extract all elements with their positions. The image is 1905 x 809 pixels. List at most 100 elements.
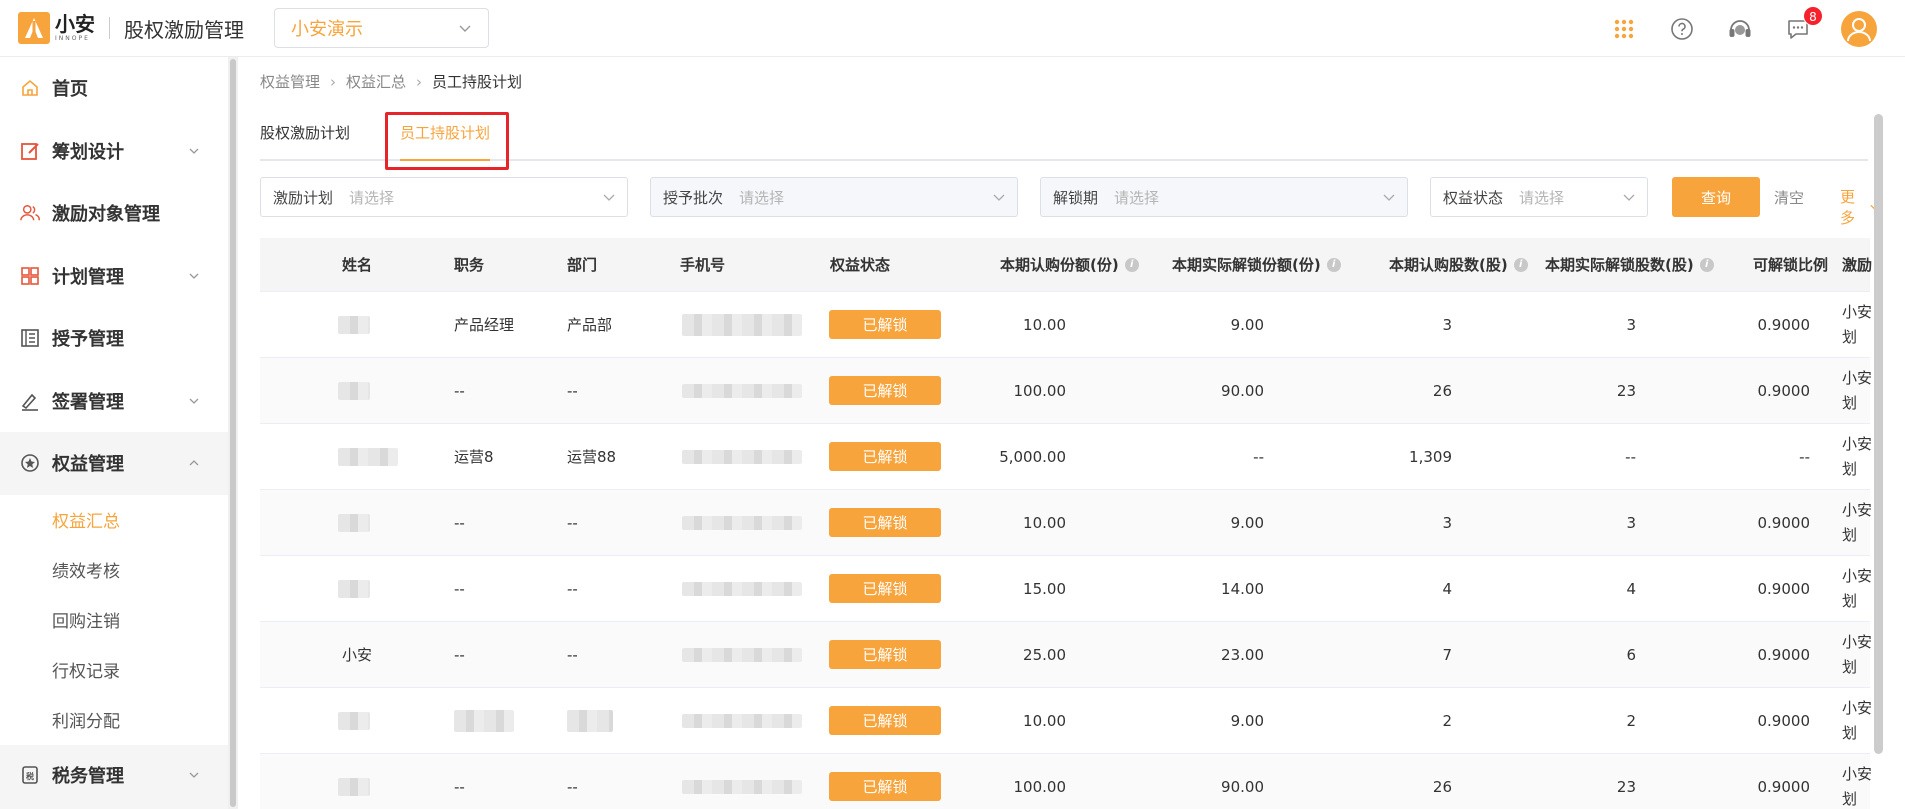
cell-plan: 小安划 <box>1842 556 1872 621</box>
equity-icon <box>20 453 40 473</box>
tab-equity-incentive[interactable]: 股权激励计划 <box>260 121 350 159</box>
sidebar-sub-exercise-records[interactable]: 行权记录 <box>0 644 228 695</box>
table-row[interactable]: 产品经理 产品部 已解锁 10.00 9.00 3 3 0.9000 小安划 <box>260 292 1872 358</box>
table-row[interactable]: -- -- 已解锁 100.00 90.00 26 23 0.9000 小安划 <box>260 754 1872 809</box>
main-scrollbar[interactable] <box>1874 114 1883 754</box>
info-icon[interactable]: i <box>1699 257 1714 272</box>
customer-service-icon[interactable] <box>1725 14 1755 44</box>
cell-stock-subscribed: 26 <box>1432 381 1452 400</box>
sidebar-item-label: 激励对象管理 <box>52 204 160 226</box>
design-icon <box>20 141 40 161</box>
sidebar: 首页 筹划设计 激励对象管理 计划管理 授予管理 签署管理 权益管理 权益汇总 … <box>0 57 228 809</box>
cell-phone-redacted <box>682 424 802 489</box>
col-header-shares-subscribed: 本期认购份额(份) <box>1000 256 1119 274</box>
info-icon[interactable]: i <box>1326 257 1341 272</box>
app-title: 股权激励管理 <box>124 17 244 42</box>
sign-icon <box>20 391 40 411</box>
cell-position: 产品经理 <box>454 316 515 334</box>
cell-position: 运营8 <box>454 448 494 466</box>
table-row[interactable]: -- -- 已解锁 15.00 14.00 4 4 0.9000 小安划 <box>260 556 1872 622</box>
company-select[interactable]: 小安演示 <box>274 8 489 48</box>
table-row[interactable]: 运营8 运营88 已解锁 5,000.00 -- 1,309 -- -- 小安划 <box>260 424 1872 490</box>
cell-shares-subscribed: 15.00 <box>1023 579 1066 598</box>
chevron-right-icon: › <box>330 72 337 91</box>
breadcrumb-current: 员工持股计划 <box>432 73 523 91</box>
cell-position: -- <box>454 645 465 664</box>
table-row[interactable]: -- -- 已解锁 100.00 90.00 26 23 0.9000 小安划 <box>260 358 1872 424</box>
cell-plan-text: 小安划 <box>1842 566 1873 610</box>
help-icon[interactable] <box>1667 14 1697 44</box>
cell-shares-unlocked: 9.00 <box>1230 315 1264 334</box>
chevron-down-icon <box>459 25 471 32</box>
sidebar-item-label: 计划管理 <box>52 266 124 288</box>
sidebar-item-label: 签署管理 <box>52 391 124 413</box>
query-button[interactable]: 查询 <box>1672 177 1760 217</box>
cell-department: -- <box>567 381 578 400</box>
sidebar-item-signing[interactable]: 签署管理 <box>0 370 228 433</box>
filter-batch-select[interactable]: 授予批次 请选择 <box>650 177 1018 217</box>
cell-shares-unlocked: 90.00 <box>1221 777 1264 796</box>
cell-stock-unlocked: 23 <box>1616 381 1636 400</box>
breadcrumb-item[interactable]: 权益管理 <box>260 71 320 92</box>
cell-stock-unlocked: 2 <box>1626 711 1636 730</box>
sidebar-sub-buyback[interactable]: 回购注销 <box>0 594 228 645</box>
users-icon <box>20 203 40 223</box>
sidebar-scrollbar[interactable] <box>228 57 238 809</box>
cell-stock-subscribed: 4 <box>1442 579 1452 598</box>
app-logo[interactable]: 小安 INNOPE <box>18 12 95 44</box>
sidebar-item-home[interactable]: 首页 <box>0 57 228 120</box>
cell-stock-unlocked: 3 <box>1626 513 1636 532</box>
equity-table: 姓名 职务 部门 手机号 权益状态 本期认购份额(份) i 本期实际解锁份额(份… <box>260 238 1873 809</box>
info-icon[interactable]: i <box>1124 257 1139 272</box>
cell-stock-subscribed: 2 <box>1442 711 1452 730</box>
chevron-up-icon <box>189 460 199 466</box>
sidebar-item-equity[interactable]: 权益管理 <box>0 432 228 495</box>
cell-plan-text: 小安划 <box>1842 698 1873 742</box>
sidebar-item-plans[interactable]: 计划管理 <box>0 245 228 308</box>
sidebar-item-label: 首页 <box>52 79 88 101</box>
cell-position-redacted <box>454 688 514 753</box>
main-content: 权益管理 › 权益汇总 › 员工持股计划 股权激励计划 员工持股计划 激励计划 … <box>240 57 1890 809</box>
cell-shares-subscribed: 25.00 <box>1023 645 1066 664</box>
table-row[interactable]: 已解锁 10.00 9.00 2 2 0.9000 小安划 <box>260 688 1873 754</box>
filter-period-select[interactable]: 解锁期 请选择 <box>1040 177 1408 217</box>
info-icon[interactable]: i <box>1513 257 1528 272</box>
plan-grid-icon <box>20 266 40 286</box>
cell-department: -- <box>567 513 578 532</box>
sidebar-item-grants[interactable]: 授予管理 <box>0 307 228 370</box>
col-header-shares-unlocked: 本期实际解锁份额(份) <box>1172 256 1321 274</box>
sidebar-item-design[interactable]: 筹划设计 <box>0 120 228 183</box>
cell-stock-subscribed: 3 <box>1442 513 1452 532</box>
sidebar-item-label: 筹划设计 <box>52 141 124 163</box>
table-row[interactable]: 小安 -- -- 已解锁 25.00 23.00 7 6 0.9000 小安划 <box>260 622 1872 688</box>
filter-status-select[interactable]: 权益状态 请选择 <box>1430 177 1648 217</box>
filter-label: 解锁期 <box>1053 188 1099 207</box>
cell-department: 产品部 <box>567 316 613 334</box>
col-header-stock-unlocked: 本期实际解锁股数(股) <box>1545 256 1694 274</box>
apps-grid-icon[interactable] <box>1609 14 1639 44</box>
clear-button[interactable]: 清空 <box>1774 187 1804 208</box>
sidebar-item-participants[interactable]: 激励对象管理 <box>0 182 228 245</box>
sidebar-sub-equity-summary[interactable]: 权益汇总 <box>0 494 228 545</box>
cell-plan: 小安划 <box>1842 358 1872 423</box>
chevron-down-icon <box>189 273 199 279</box>
chevron-down-icon <box>189 772 199 778</box>
message-icon[interactable]: 8 <box>1783 5 1823 44</box>
cell-phone-redacted <box>682 358 802 423</box>
sidebar-item-tax[interactable]: 税 税务管理 <box>0 744 228 805</box>
breadcrumb-item[interactable]: 权益汇总 <box>346 71 406 92</box>
sidebar-sub-profit-distribution[interactable]: 利润分配 <box>0 694 228 745</box>
sidebar-sub-performance[interactable]: 绩效考核 <box>0 544 228 595</box>
header-divider <box>109 17 110 39</box>
filter-label: 授予批次 <box>663 188 724 207</box>
cell-unlock-ratio: 0.9000 <box>1757 381 1811 400</box>
filter-placeholder: 请选择 <box>1114 188 1160 207</box>
cell-shares-unlocked: 90.00 <box>1221 381 1264 400</box>
filter-plan-select[interactable]: 激励计划 请选择 <box>260 177 628 217</box>
cell-shares-unlocked: -- <box>1253 447 1264 466</box>
cell-stock-subscribed: 7 <box>1442 645 1452 664</box>
user-avatar-icon[interactable] <box>1841 10 1877 47</box>
cell-stock-unlocked: 23 <box>1616 777 1636 796</box>
cell-plan-text: 小安划 <box>1842 368 1873 412</box>
table-row[interactable]: -- -- 已解锁 10.00 9.00 3 3 0.9000 小安划 <box>260 490 1872 556</box>
